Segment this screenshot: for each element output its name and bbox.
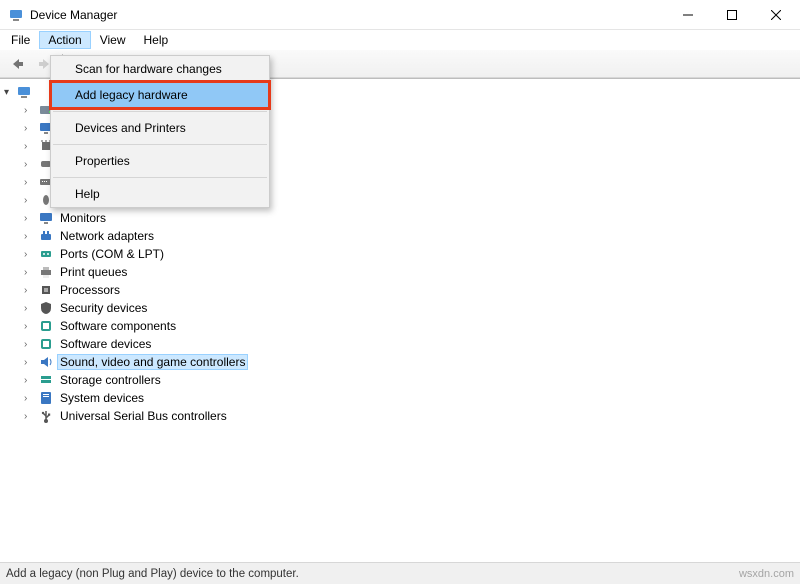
menu-action[interactable]: Action [39,31,90,49]
chevron-right-icon: › [24,141,34,152]
system-icon [38,390,54,406]
menu-item-scan-hardware[interactable]: Scan for hardware changes [51,56,269,82]
maximize-button[interactable] [710,0,754,30]
close-button[interactable] [754,0,798,30]
menu-separator [53,177,267,178]
menu-help[interactable]: Help [135,31,178,49]
menu-separator [53,111,267,112]
computer-icon [16,84,32,100]
tree-node-label: Security devices [58,301,149,315]
menu-item-add-legacy-hardware[interactable]: Add legacy hardware [51,82,269,108]
app-icon [8,7,24,23]
chevron-right-icon: › [24,213,34,224]
chevron-right-icon: › [24,411,34,422]
sw-icon [38,318,54,334]
window-controls [666,0,798,30]
tree-node[interactable]: › Ports (COM & LPT) [0,245,800,263]
monitor-icon [38,210,54,226]
chevron-right-icon: › [24,375,34,386]
chevron-right-icon: › [24,339,34,350]
tree-node[interactable]: › System devices [0,389,800,407]
window-title: Device Manager [30,8,117,22]
tree-node-label: Ports (COM & LPT) [58,247,166,261]
chevron-right-icon: › [24,285,34,296]
tree-node[interactable]: › Software devices [0,335,800,353]
chevron-right-icon: › [24,357,34,368]
chevron-right-icon: › [24,177,34,188]
chevron-right-icon: › [24,231,34,242]
tree-node[interactable]: › Network adapters [0,227,800,245]
chevron-right-icon: › [24,393,34,404]
printer-icon [38,264,54,280]
menubar: File Action View Help [0,30,800,50]
chevron-right-icon: › [24,159,34,170]
action-dropdown: Scan for hardware changes Add legacy har… [50,55,270,208]
tree-node[interactable]: › Storage controllers [0,371,800,389]
speaker-icon [38,354,54,370]
status-bar: Add a legacy (non Plug and Play) device … [0,562,800,584]
sw-icon [38,336,54,352]
tree-node[interactable]: › Processors [0,281,800,299]
tree-node-label: Print queues [58,265,129,279]
tree-node-label: Software devices [58,337,153,351]
chevron-right-icon: › [24,267,34,278]
tree-node-label: Monitors [58,211,108,225]
minimize-button[interactable] [666,0,710,30]
menu-item-properties[interactable]: Properties [51,148,269,174]
back-button[interactable] [6,53,28,75]
tree-node[interactable]: › Print queues [0,263,800,281]
tree-node[interactable]: › Sound, video and game controllers [0,353,800,371]
tree-node[interactable]: › Software components [0,317,800,335]
status-text: Add a legacy (non Plug and Play) device … [6,568,299,580]
menu-separator [53,144,267,145]
tree-node[interactable]: › Security devices [0,299,800,317]
chevron-right-icon: › [24,249,34,260]
tree-node[interactable]: › Monitors [0,209,800,227]
tree-node-label: Universal Serial Bus controllers [58,409,229,423]
chevron-right-icon: › [24,195,34,206]
chevron-right-icon: › [24,321,34,332]
tree-node-label: Sound, video and game controllers [58,355,247,369]
tree-node-label: Software components [58,319,178,333]
menu-item-help[interactable]: Help [51,181,269,207]
watermark: wsxdn.com [739,568,794,580]
tree-node-label: Processors [58,283,122,297]
usb-icon [38,408,54,424]
menu-file[interactable]: File [2,31,39,49]
net-icon [38,228,54,244]
tree-node-label: Storage controllers [58,373,163,387]
storage-icon [38,372,54,388]
tree-node-label: System devices [58,391,146,405]
chevron-right-icon: › [24,303,34,314]
shield-icon [38,300,54,316]
cpu-icon [38,282,54,298]
port-icon [38,246,54,262]
menu-item-devices-printers[interactable]: Devices and Printers [51,115,269,141]
chevron-right-icon: › [24,123,34,134]
chevron-down-icon: ▾ [4,87,14,98]
titlebar: Device Manager [0,0,800,30]
tree-node-label: Network adapters [58,229,156,243]
chevron-right-icon: › [24,105,34,116]
tree-node[interactable]: › Universal Serial Bus controllers [0,407,800,425]
menu-view[interactable]: View [91,31,135,49]
